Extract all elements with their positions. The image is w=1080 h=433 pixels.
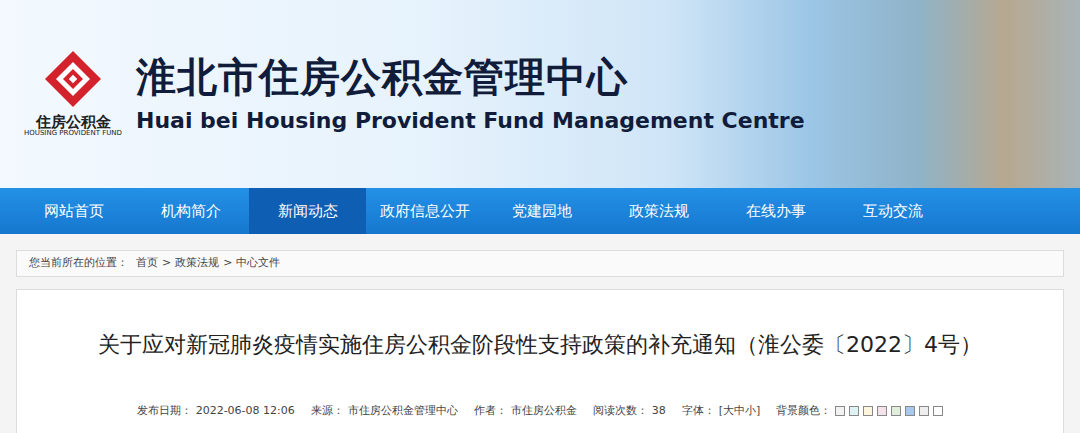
breadcrumb-separator: > [223,255,232,272]
background-swatch[interactable] [905,406,915,416]
meta-field: 阅读次数：38 [593,403,666,420]
meta-value: 市住房公积金管理中心 [348,403,458,420]
nav-item[interactable]: 党建园地 [483,188,600,234]
breadcrumb-bar: 您当前所在的位置：首页>政策法规>中心文件 [16,250,1064,277]
site-header: 住房公积金HOUSING PROVIDENT FUND淮北市住房公积金管理中心H… [0,0,1080,188]
meta-label: 作者： [474,403,507,420]
nav-item[interactable]: 机构简介 [132,188,249,234]
background-swatch[interactable] [891,406,901,416]
background-swatch[interactable] [835,406,845,416]
meta-field: 来源：市住房公积金管理中心 [311,403,458,420]
nav-item[interactable]: 新闻动态 [249,188,366,234]
background-swatch[interactable] [877,406,887,416]
site-logo[interactable]: 住房公积金HOUSING PROVIDENT FUND [14,50,132,138]
background-swatch[interactable] [863,406,873,416]
meta-field: 字体：[大中小] [682,403,761,420]
breadcrumb-label: 您当前所在的位置： [29,255,128,272]
site-title-group: 淮北市住房公积金管理中心 Huai bei Housing Provident F… [136,54,805,134]
meta-value[interactable]: [大中小] [719,403,761,420]
meta-value: 38 [652,403,666,420]
meta-value: 2022-06-08 12:06 [196,403,295,420]
article-panel: 关于应对新冠肺炎疫情实施住房公积金阶段性支持政策的补充通知（淮公委〔2022〕4… [16,289,1064,433]
meta-label: 来源： [311,403,344,420]
page-body: 您当前所在的位置：首页>政策法规>中心文件关于应对新冠肺炎疫情实施住房公积金阶段… [0,234,1080,433]
nav-item[interactable]: 政策法规 [600,188,717,234]
site-title: 淮北市住房公积金管理中心 [136,54,805,100]
fund-logo-icon [44,50,102,108]
breadcrumb-link[interactable]: 政策法规 [175,255,219,272]
nav-item[interactable]: 互动交流 [834,188,951,234]
logo-caption: 住房公积金 [36,114,111,131]
nav-item[interactable]: 网站首页 [15,188,132,234]
breadcrumb-separator: > [162,255,171,272]
background-swatch[interactable] [933,406,943,416]
meta-label: 发布日期： [137,403,192,420]
article-meta: 发布日期：2022-06-08 12:06来源：市住房公积金管理中心作者：市住房… [17,403,1063,420]
meta-value: 市住房公积金 [511,403,577,420]
breadcrumb-link[interactable]: 中心文件 [236,255,280,272]
meta-label: 阅读次数： [593,403,648,420]
logo-english: HOUSING PROVIDENT FUND [24,130,122,138]
nav-item[interactable]: 政府信息公开 [366,188,483,234]
meta-field: 作者：市住房公积金 [474,403,577,420]
main-nav: 网站首页机构简介新闻动态政府信息公开党建园地政策法规在线办事互动交流 [0,188,1080,234]
background-label: 背景颜色： [776,403,831,420]
breadcrumb-link[interactable]: 首页 [136,255,158,272]
swatch-group [835,406,943,416]
article-title: 关于应对新冠肺炎疫情实施住房公积金阶段性支持政策的补充通知（淮公委〔2022〕4… [17,328,1063,361]
meta-label: 字体： [682,403,715,420]
site-english-title: Huai bei Housing Provident Fund Manageme… [136,108,805,134]
background-swatch[interactable] [849,406,859,416]
nav-item[interactable]: 在线办事 [717,188,834,234]
meta-field: 发布日期：2022-06-08 12:06 [137,403,295,420]
background-swatch[interactable] [919,406,929,416]
